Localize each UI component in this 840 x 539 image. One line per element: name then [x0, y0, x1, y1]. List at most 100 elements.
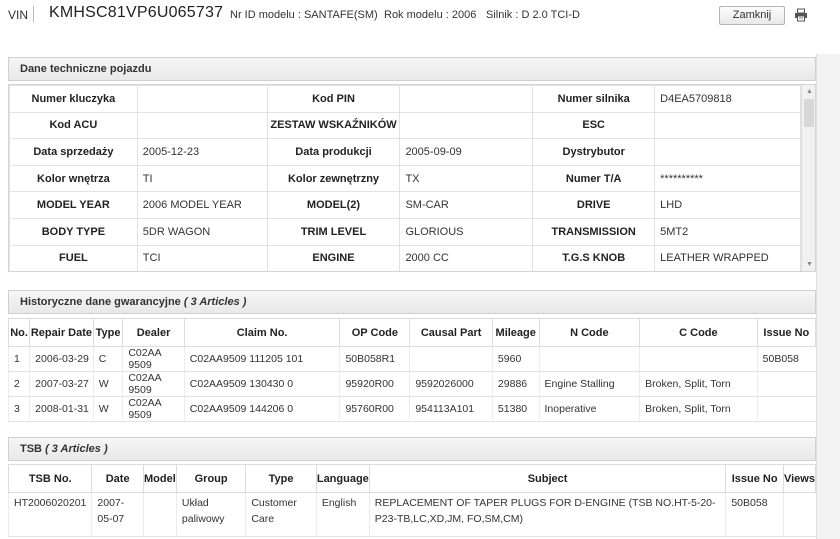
col-header[interactable]: Mileage [491, 318, 540, 347]
cell: 2007-05-07 [91, 492, 144, 537]
cell: 29886 [491, 371, 540, 397]
tech-value [136, 111, 268, 140]
col-header[interactable]: Causal Part [409, 318, 493, 347]
tech-label: Data sprzedaży [9, 138, 138, 166]
model-id: Nr ID modelu : SANTAFE(SM) [230, 9, 378, 21]
cell: 50B058R1 [339, 346, 410, 372]
tsb-table: TSB No. Date Model Group Type Language S… [7, 464, 817, 537]
col-header[interactable]: Views [782, 464, 817, 493]
cell: C02AA 9509 [122, 371, 185, 397]
cell: C02AA9509 130430 0 [183, 371, 340, 397]
cell: 51380 [491, 396, 540, 422]
col-header[interactable]: Repair Date [29, 318, 94, 347]
tech-data-title: Dane techniczne pojazdu [20, 63, 152, 75]
col-header[interactable]: Model [142, 464, 177, 493]
tech-label: Kod ACU [9, 111, 138, 140]
col-header[interactable]: TSB No. [7, 464, 93, 493]
cell: W [92, 396, 123, 422]
col-header[interactable]: Issue No [725, 464, 784, 493]
cell: 50B058 [756, 346, 816, 372]
vin-divider [33, 6, 34, 22]
tech-data-header: Dane techniczne pojazdu [8, 57, 816, 81]
tech-label: Kod PIN [266, 85, 401, 113]
tech-row: MODEL YEAR 2006 MODEL YEAR MODEL(2) SM-C… [9, 191, 801, 219]
cell: C02AA9509 111205 101 [183, 346, 340, 372]
tsb-title: TSB [20, 443, 42, 455]
table-row[interactable]: HT2006020201 2007-05-07 Układ paliwowy C… [7, 492, 816, 537]
tech-label: Numer kluczyka [9, 85, 138, 113]
close-button[interactable]: Zamknij [719, 6, 785, 25]
scroll-thumb[interactable] [804, 99, 814, 127]
cell: Broken, Split, Torn [639, 396, 758, 422]
tech-label: T.G.S KNOB [532, 244, 656, 271]
warranty-table: No. Repair Date Type Dealer Claim No. OP… [7, 318, 817, 422]
engine-info: Silnik : D 2.0 TCI-D [486, 9, 580, 21]
cell [409, 346, 493, 372]
table-row[interactable]: 2 2007-03-27 W C02AA 9509 C02AA9509 1304… [7, 371, 816, 397]
col-header[interactable]: Claim No. [183, 318, 341, 347]
col-header[interactable]: Dealer [122, 318, 185, 347]
cell: HT2006020201 [7, 492, 92, 537]
tech-value: 2006 MODEL YEAR [136, 191, 268, 219]
tech-label: Numer T/A [532, 164, 656, 193]
tech-label: ESC [532, 111, 656, 140]
col-header[interactable]: Subject [368, 464, 727, 493]
tech-row: Numer kluczyka Kod PIN Numer silnika D4E… [9, 85, 801, 113]
table-row[interactable]: 3 2008-01-31 W C02AA 9509 C02AA9509 1442… [7, 396, 816, 422]
table-row[interactable]: 1 2006-03-29 C C02AA 9509 C02AA9509 1112… [7, 346, 816, 372]
cell: 2007-03-27 [29, 371, 94, 397]
tech-value: ********** [654, 164, 801, 193]
col-header[interactable]: N Code [538, 318, 641, 347]
tsb-count: ( 3 Articles ) [45, 443, 108, 455]
cell: 2008-01-31 [29, 396, 94, 422]
tech-label: BODY TYPE [9, 217, 138, 246]
col-header[interactable]: OP Code [339, 318, 411, 347]
tech-label: ENGINE [266, 244, 401, 271]
cell: Inoperative [538, 396, 640, 422]
cell: 9592026000 [409, 371, 493, 397]
col-header[interactable]: C Code [639, 318, 758, 347]
tech-value: TI [136, 164, 268, 193]
cell: 5960 [491, 346, 540, 372]
col-header[interactable]: Type [92, 318, 124, 347]
col-header[interactable]: Group [175, 464, 247, 493]
model-year: Rok modelu : 2006 [384, 9, 477, 21]
cell: REPLACEMENT OF TAPER PLUGS FOR D-ENGINE … [368, 492, 726, 537]
cell: 95760R00 [339, 396, 410, 422]
cell: 50B058 [725, 492, 784, 537]
col-header[interactable]: Date [91, 464, 144, 493]
tech-row: Data sprzedaży 2005-12-23 Data produkcji… [9, 138, 801, 166]
col-header[interactable]: Type [245, 464, 317, 493]
tech-label: TRIM LEVEL [266, 217, 401, 246]
col-header[interactable]: Issue No [756, 318, 817, 347]
cell: Układ paliwowy [175, 492, 246, 537]
cell: 2 [7, 371, 30, 397]
tech-label: ZESTAW WSKAŹNIKÓW [266, 111, 401, 140]
tech-value: TCI [136, 244, 268, 271]
cell: 1 [7, 346, 30, 372]
tech-data-panel: Numer kluczyka Kod PIN Numer silnika D4E… [8, 84, 816, 272]
tech-label: TRANSMISSION [532, 217, 656, 246]
tech-data-table: Numer kluczyka Kod PIN Numer silnika D4E… [9, 85, 801, 271]
tech-label: Numer silnika [532, 85, 656, 113]
tech-value: SM-CAR [399, 191, 534, 219]
col-header[interactable]: No. [7, 318, 31, 347]
tech-value [654, 138, 801, 166]
cell: English [315, 492, 370, 537]
cell: C02AA9509 144206 0 [183, 396, 340, 422]
window-scroll-area[interactable] [816, 54, 840, 539]
warranty-header: Historyczne dane gwarancyjne ( 3 Article… [8, 290, 816, 314]
col-header[interactable]: Language [315, 464, 370, 493]
tech-row: BODY TYPE 5DR WAGON TRIM LEVEL GLORIOUS … [9, 217, 801, 246]
cell [538, 346, 640, 372]
scroll-down-icon[interactable]: ▼ [805, 260, 814, 269]
tech-value [136, 85, 268, 113]
tech-value: 2005-09-09 [399, 138, 534, 166]
cell: Engine Stalling [538, 371, 640, 397]
print-icon[interactable] [794, 8, 808, 22]
cell: 3 [7, 396, 30, 422]
tsb-header-row: TSB No. Date Model Group Type Language S… [7, 464, 817, 493]
tech-scrollbar[interactable]: ▲ ▼ [801, 85, 815, 271]
tech-label: Dystrybutor [532, 138, 656, 166]
scroll-up-icon[interactable]: ▲ [805, 87, 814, 96]
